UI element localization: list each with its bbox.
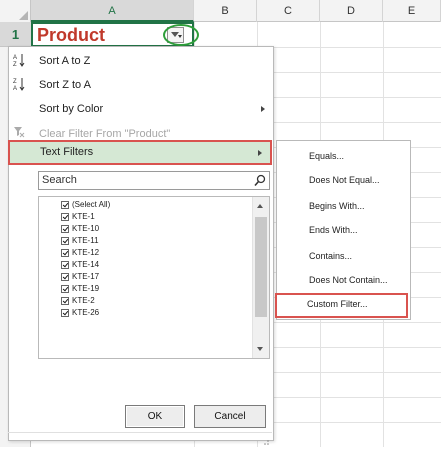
scroll-down-icon[interactable] [257,347,263,351]
search-icon [254,174,266,187]
list-item-label: KTE-17 [72,272,100,281]
custom-filter-label: Custom Filter... [307,299,368,309]
list-item-label: KTE-10 [72,224,100,233]
list-item-label: (Select All) [72,200,111,209]
svg-text:Z: Z [13,62,17,67]
column-header-e[interactable]: E [383,0,441,22]
cell-a1-text: Product [37,25,106,45]
sort-az-icon: AZ [13,53,27,69]
menu-item-sort-az[interactable]: AZ Sort A to Z [9,49,273,73]
select-all-triangle-icon [19,11,28,20]
scrollbar-thumb[interactable] [255,217,267,317]
search-placeholder: Search [42,174,77,186]
svg-text:Z: Z [13,79,17,85]
list-scrollbar[interactable] [252,197,269,358]
submenu-item-contains[interactable]: Contains... [309,251,352,261]
divider [8,432,272,433]
checkbox-checked-icon[interactable] [61,237,69,245]
sort-za-icon: ZA [13,77,27,93]
column-header-a[interactable]: A [31,0,194,22]
list-item-label: KTE-19 [72,284,100,293]
clear-filter-icon [13,126,27,140]
chevron-right-icon [258,150,262,156]
ok-button[interactable]: OK [125,405,185,428]
sort-az-label: Sort A to Z [39,55,91,67]
list-item-label: KTE-1 [72,212,95,221]
checkbox-checked-icon[interactable] [61,309,69,317]
menu-item-sort-za[interactable]: ZA Sort Z to A [9,73,273,97]
checkbox-checked-icon[interactable] [61,273,69,281]
svg-text:A: A [13,86,17,91]
submenu-item-equals[interactable]: Equals... [309,151,344,161]
checkbox-checked-icon[interactable] [61,249,69,257]
row-header-1[interactable]: 1 [0,22,31,47]
list-item-label: KTE-2 [72,296,95,305]
sort-by-color-label: Sort by Color [39,103,104,115]
sort-za-label: Sort Z to A [39,79,91,91]
menu-item-sort-by-color[interactable]: Sort by Color [9,97,273,121]
cancel-button[interactable]: Cancel [194,405,266,428]
submenu-item-ends-with[interactable]: Ends With... [309,225,358,235]
text-filters-label: Text Filters [40,146,94,158]
list-item-label: KTE-26 [72,308,100,317]
list-item-label: KTE-14 [72,260,100,269]
scroll-up-icon[interactable] [257,204,263,208]
column-header-d[interactable]: D [320,0,383,22]
submenu-item-custom-filter[interactable]: Custom Filter... [275,293,408,318]
chevron-right-icon [261,106,265,112]
resize-grip-icon[interactable] [262,433,270,445]
filter-value-list: (Select All) KTE-1 KTE-10 KTE-11 KTE-12 … [38,196,270,359]
column-header-c[interactable]: C [257,0,320,22]
highlight-circle [163,24,199,46]
submenu-item-does-not-equal[interactable]: Does Not Equal... [309,175,380,185]
svg-text:A: A [13,55,17,61]
select-all-corner[interactable] [0,0,31,22]
list-item-label: KTE-11 [72,236,99,245]
submenu-item-begins-with[interactable]: Begins With... [309,201,365,211]
checkbox-checked-icon[interactable] [61,285,69,293]
checkbox-checked-icon[interactable] [61,213,69,221]
checkbox-checked-icon[interactable] [61,201,69,209]
checkbox-checked-icon[interactable] [61,261,69,269]
list-item-label: KTE-12 [72,248,100,257]
submenu-item-does-not-contain[interactable]: Does Not Contain... [309,275,388,285]
column-header-b[interactable]: B [194,0,257,22]
checkbox-checked-icon[interactable] [61,297,69,305]
checkbox-checked-icon[interactable] [61,225,69,233]
search-input[interactable]: Search [38,171,270,190]
menu-item-text-filters[interactable]: Text Filters [8,140,272,165]
